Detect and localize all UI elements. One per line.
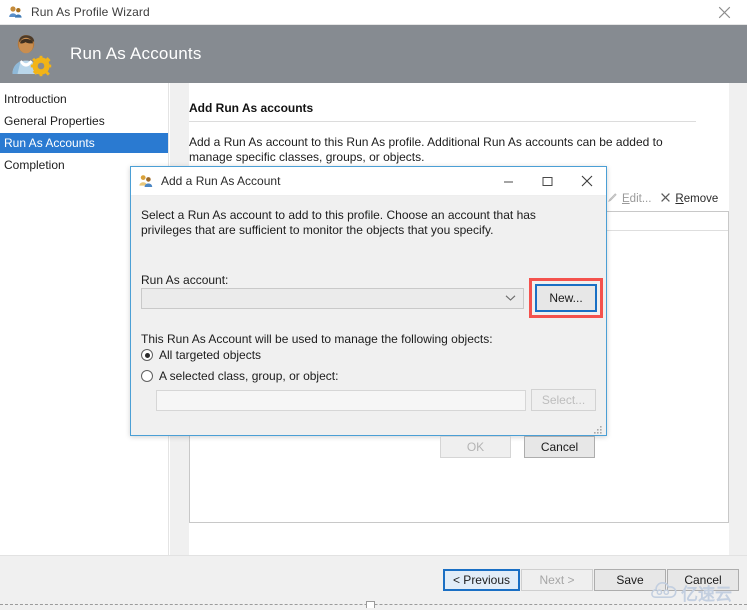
dialog-title-bar: Add a Run As Account xyxy=(131,167,606,196)
window-title-bar: Run As Profile Wizard xyxy=(0,0,747,25)
user-gear-icon xyxy=(6,31,52,77)
x-mark-icon xyxy=(660,192,671,206)
dialog-cancel-button[interactable]: Cancel xyxy=(524,436,595,458)
maximize-icon[interactable] xyxy=(528,167,567,196)
section-heading: Add Run As accounts xyxy=(189,101,314,115)
next-button: Next > xyxy=(521,569,593,591)
dialog-body: Select a Run As account to add to this p… xyxy=(131,196,606,458)
new-account-button[interactable]: New... xyxy=(535,284,597,312)
app-window: Run As Profile Wizard Run As Accounts In… xyxy=(0,0,747,610)
page-banner: Run As Accounts xyxy=(0,25,747,83)
window-title: Run As Profile Wizard xyxy=(31,5,150,19)
sidebar-item-run-as-accounts[interactable]: Run As Accounts xyxy=(0,133,168,153)
radio-all-targeted-objects[interactable]: All targeted objects xyxy=(141,348,261,362)
dialog-window-controls xyxy=(489,167,606,196)
radio-selected-class[interactable]: A selected class, group, or object: xyxy=(141,369,338,383)
cloud-icon xyxy=(651,581,677,604)
list-column-3[interactable] xyxy=(590,212,727,231)
section-description: Add a Run As account to this Run As prof… xyxy=(189,135,663,164)
bottom-resize-nub xyxy=(366,601,375,608)
pencil-icon xyxy=(607,192,618,206)
manage-objects-label: This Run As Account will be used to mana… xyxy=(141,332,493,346)
sidebar-item-introduction[interactable]: Introduction xyxy=(0,89,168,109)
users-icon xyxy=(8,4,24,20)
radio-all-targeted-objects-indicator xyxy=(141,349,153,361)
radio-selected-class-indicator xyxy=(141,370,153,382)
select-object-button: Select... xyxy=(531,389,596,411)
run-as-account-label: Run As account: xyxy=(141,273,229,287)
selected-object-input xyxy=(156,390,526,411)
run-as-account-combo[interactable] xyxy=(141,288,524,309)
section-divider xyxy=(189,121,696,122)
edit-button-label: Edit... xyxy=(622,193,652,205)
radio-selected-class-label: A selected class, group, or object: xyxy=(159,369,339,383)
remove-button[interactable]: Remove xyxy=(660,192,718,206)
dialog-ok-button: OK xyxy=(440,436,511,458)
dialog-footer-buttons: OK Cancel xyxy=(440,436,595,458)
radio-all-targeted-objects-label: All targeted objects xyxy=(159,348,262,362)
sidebar-item-general-properties[interactable]: General Properties xyxy=(0,111,168,131)
add-run-as-account-dialog: Add a Run As Account Select a Run As acc… xyxy=(130,166,607,458)
edit-button[interactable]: Edit... xyxy=(607,192,651,206)
chevron-down-icon xyxy=(505,294,516,304)
watermark-text: 亿速云 xyxy=(681,585,732,605)
dialog-title: Add a Run As Account xyxy=(161,174,281,188)
close-icon[interactable] xyxy=(567,167,606,196)
close-icon[interactable] xyxy=(701,0,747,24)
dialog-description: Select a Run As account to add to this p… xyxy=(141,208,536,237)
run-as-account-icon xyxy=(138,173,154,189)
minimize-icon[interactable] xyxy=(489,167,528,196)
previous-button[interactable]: < Previous xyxy=(442,569,520,591)
watermark: 亿速云 xyxy=(651,580,732,605)
dialog-resize-grip[interactable] xyxy=(593,424,603,434)
remove-button-label: Remove xyxy=(675,193,719,205)
page-title: Run As Accounts xyxy=(70,44,202,63)
account-toolbar: Edit... Remove xyxy=(607,190,732,208)
wizard-footer: < Previous Next > Save Cancel xyxy=(0,555,747,603)
